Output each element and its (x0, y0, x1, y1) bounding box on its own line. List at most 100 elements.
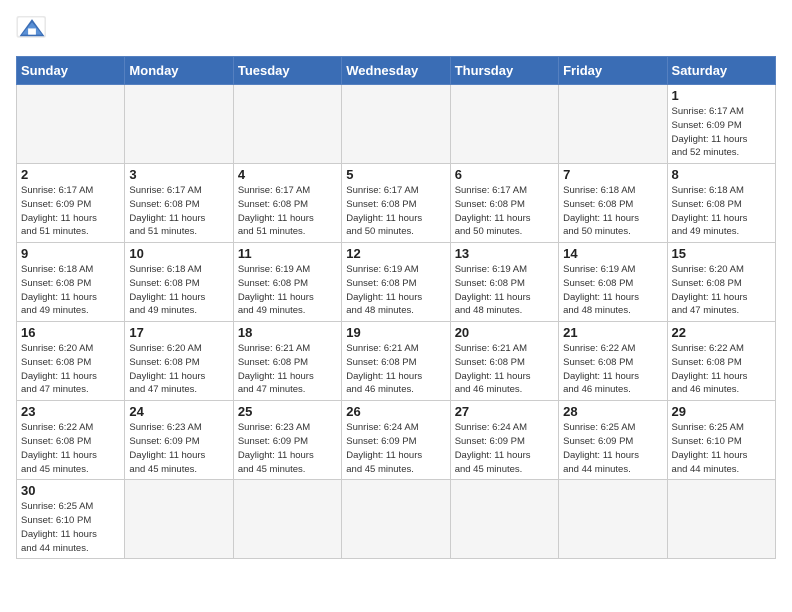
day-number: 15 (672, 246, 771, 261)
calendar-week-row: 30 Sunrise: 6:25 AM Sunset: 6:10 PM Dayli… (17, 480, 776, 559)
day-number: 7 (563, 167, 662, 182)
day-number: 27 (455, 404, 554, 419)
calendar-cell: 7 Sunrise: 6:18 AM Sunset: 6:08 PM Daylig… (559, 164, 667, 243)
day-info: Sunrise: 6:25 AM Sunset: 6:10 PM Dayligh… (672, 421, 771, 476)
calendar-cell: 30 Sunrise: 6:25 AM Sunset: 6:10 PM Dayli… (17, 480, 125, 559)
day-info: Sunrise: 6:18 AM Sunset: 6:08 PM Dayligh… (563, 184, 662, 239)
day-info: Sunrise: 6:20 AM Sunset: 6:08 PM Dayligh… (672, 263, 771, 318)
day-number: 24 (129, 404, 228, 419)
calendar-cell: 8 Sunrise: 6:18 AM Sunset: 6:08 PM Daylig… (667, 164, 775, 243)
calendar-week-row: 1 Sunrise: 6:17 AM Sunset: 6:09 PM Daylig… (17, 85, 776, 164)
calendar-cell: 21Sunrise: 6:22 AM Sunset: 6:08 PM Dayli… (559, 322, 667, 401)
calendar-cell: 12 Sunrise: 6:19 AM Sunset: 6:08 PM Dayli… (342, 243, 450, 322)
calendar-cell: 5 Sunrise: 6:17 AM Sunset: 6:08 PM Daylig… (342, 164, 450, 243)
day-number: 8 (672, 167, 771, 182)
calendar-cell (17, 85, 125, 164)
day-number: 10 (129, 246, 228, 261)
calendar-cell (450, 480, 558, 559)
day-number: 25 (238, 404, 337, 419)
day-number: 13 (455, 246, 554, 261)
calendar-cell (450, 85, 558, 164)
calendar-week-row: 2 Sunrise: 6:17 AM Sunset: 6:09 PM Daylig… (17, 164, 776, 243)
day-number: 14 (563, 246, 662, 261)
day-number: 1 (672, 88, 771, 103)
day-info: Sunrise: 6:21 AM Sunset: 6:08 PM Dayligh… (238, 342, 337, 397)
day-info: Sunrise: 6:19 AM Sunset: 6:08 PM Dayligh… (238, 263, 337, 318)
day-number: 18 (238, 325, 337, 340)
day-number: 6 (455, 167, 554, 182)
day-header-thursday: Thursday (450, 57, 558, 85)
day-info: Sunrise: 6:21 AM Sunset: 6:08 PM Dayligh… (346, 342, 445, 397)
day-info: Sunrise: 6:19 AM Sunset: 6:08 PM Dayligh… (563, 263, 662, 318)
calendar-cell: 9 Sunrise: 6:18 AM Sunset: 6:08 PM Daylig… (17, 243, 125, 322)
calendar-cell: 19 Sunrise: 6:21 AM Sunset: 6:08 PM Dayli… (342, 322, 450, 401)
calendar-cell: 20 Sunrise: 6:21 AM Sunset: 6:08 PM Dayli… (450, 322, 558, 401)
calendar-week-row: 9 Sunrise: 6:18 AM Sunset: 6:08 PM Daylig… (17, 243, 776, 322)
day-info: Sunrise: 6:24 AM Sunset: 6:09 PM Dayligh… (346, 421, 445, 476)
day-header-sunday: Sunday (17, 57, 125, 85)
calendar-cell: 22 Sunrise: 6:22 AM Sunset: 6:08 PM Dayli… (667, 322, 775, 401)
generalblue-logo-icon (16, 16, 48, 44)
day-header-monday: Monday (125, 57, 233, 85)
day-info: Sunrise: 6:17 AM Sunset: 6:09 PM Dayligh… (672, 105, 771, 160)
day-number: 11 (238, 246, 337, 261)
day-number: 9 (21, 246, 120, 261)
day-info: Sunrise: 6:18 AM Sunset: 6:08 PM Dayligh… (672, 184, 771, 239)
calendar-cell (233, 480, 341, 559)
day-info: Sunrise: 6:19 AM Sunset: 6:08 PM Dayligh… (455, 263, 554, 318)
calendar-cell: 23Sunrise: 6:22 AM Sunset: 6:08 PM Dayli… (17, 401, 125, 480)
calendar-cell: 6 Sunrise: 6:17 AM Sunset: 6:08 PM Daylig… (450, 164, 558, 243)
calendar-table: SundayMondayTuesdayWednesdayThursdayFrid… (16, 56, 776, 559)
calendar-cell (233, 85, 341, 164)
calendar-cell: 28Sunrise: 6:25 AM Sunset: 6:09 PM Dayli… (559, 401, 667, 480)
calendar-cell: 2 Sunrise: 6:17 AM Sunset: 6:09 PM Daylig… (17, 164, 125, 243)
page-header (16, 16, 776, 44)
day-info: Sunrise: 6:17 AM Sunset: 6:08 PM Dayligh… (129, 184, 228, 239)
calendar-cell (125, 85, 233, 164)
day-info: Sunrise: 6:21 AM Sunset: 6:08 PM Dayligh… (455, 342, 554, 397)
day-info: Sunrise: 6:18 AM Sunset: 6:08 PM Dayligh… (129, 263, 228, 318)
calendar-cell (342, 480, 450, 559)
day-info: Sunrise: 6:17 AM Sunset: 6:08 PM Dayligh… (455, 184, 554, 239)
calendar-header-row: SundayMondayTuesdayWednesdayThursdayFrid… (17, 57, 776, 85)
calendar-cell: 25Sunrise: 6:23 AM Sunset: 6:09 PM Dayli… (233, 401, 341, 480)
day-number: 19 (346, 325, 445, 340)
calendar-week-row: 23Sunrise: 6:22 AM Sunset: 6:08 PM Dayli… (17, 401, 776, 480)
calendar-cell: 11 Sunrise: 6:19 AM Sunset: 6:08 PM Dayli… (233, 243, 341, 322)
day-info: Sunrise: 6:25 AM Sunset: 6:10 PM Dayligh… (21, 500, 120, 555)
day-number: 17 (129, 325, 228, 340)
day-header-saturday: Saturday (667, 57, 775, 85)
day-info: Sunrise: 6:19 AM Sunset: 6:08 PM Dayligh… (346, 263, 445, 318)
calendar-cell (559, 85, 667, 164)
day-number: 3 (129, 167, 228, 182)
day-info: Sunrise: 6:20 AM Sunset: 6:08 PM Dayligh… (129, 342, 228, 397)
calendar-cell: 24 Sunrise: 6:23 AM Sunset: 6:09 PM Dayli… (125, 401, 233, 480)
calendar-cell: 14 Sunrise: 6:19 AM Sunset: 6:08 PM Dayli… (559, 243, 667, 322)
day-header-tuesday: Tuesday (233, 57, 341, 85)
calendar-cell (667, 480, 775, 559)
calendar-cell: 29Sunrise: 6:25 AM Sunset: 6:10 PM Dayli… (667, 401, 775, 480)
day-number: 30 (21, 483, 120, 498)
day-number: 26 (346, 404, 445, 419)
day-number: 2 (21, 167, 120, 182)
calendar-cell: 10 Sunrise: 6:18 AM Sunset: 6:08 PM Dayli… (125, 243, 233, 322)
day-info: Sunrise: 6:17 AM Sunset: 6:08 PM Dayligh… (346, 184, 445, 239)
day-info: Sunrise: 6:22 AM Sunset: 6:08 PM Dayligh… (672, 342, 771, 397)
day-number: 4 (238, 167, 337, 182)
calendar-cell (125, 480, 233, 559)
day-info: Sunrise: 6:23 AM Sunset: 6:09 PM Dayligh… (129, 421, 228, 476)
day-number: 23 (21, 404, 120, 419)
calendar-cell: 17 Sunrise: 6:20 AM Sunset: 6:08 PM Dayli… (125, 322, 233, 401)
day-info: Sunrise: 6:20 AM Sunset: 6:08 PM Dayligh… (21, 342, 120, 397)
logo (16, 16, 52, 44)
calendar-cell: 4Sunrise: 6:17 AM Sunset: 6:08 PM Daylig… (233, 164, 341, 243)
calendar-cell: 1 Sunrise: 6:17 AM Sunset: 6:09 PM Daylig… (667, 85, 775, 164)
day-number: 5 (346, 167, 445, 182)
day-number: 12 (346, 246, 445, 261)
calendar-cell (342, 85, 450, 164)
day-number: 20 (455, 325, 554, 340)
day-number: 22 (672, 325, 771, 340)
day-info: Sunrise: 6:18 AM Sunset: 6:08 PM Dayligh… (21, 263, 120, 318)
day-number: 21 (563, 325, 662, 340)
day-info: Sunrise: 6:17 AM Sunset: 6:09 PM Dayligh… (21, 184, 120, 239)
